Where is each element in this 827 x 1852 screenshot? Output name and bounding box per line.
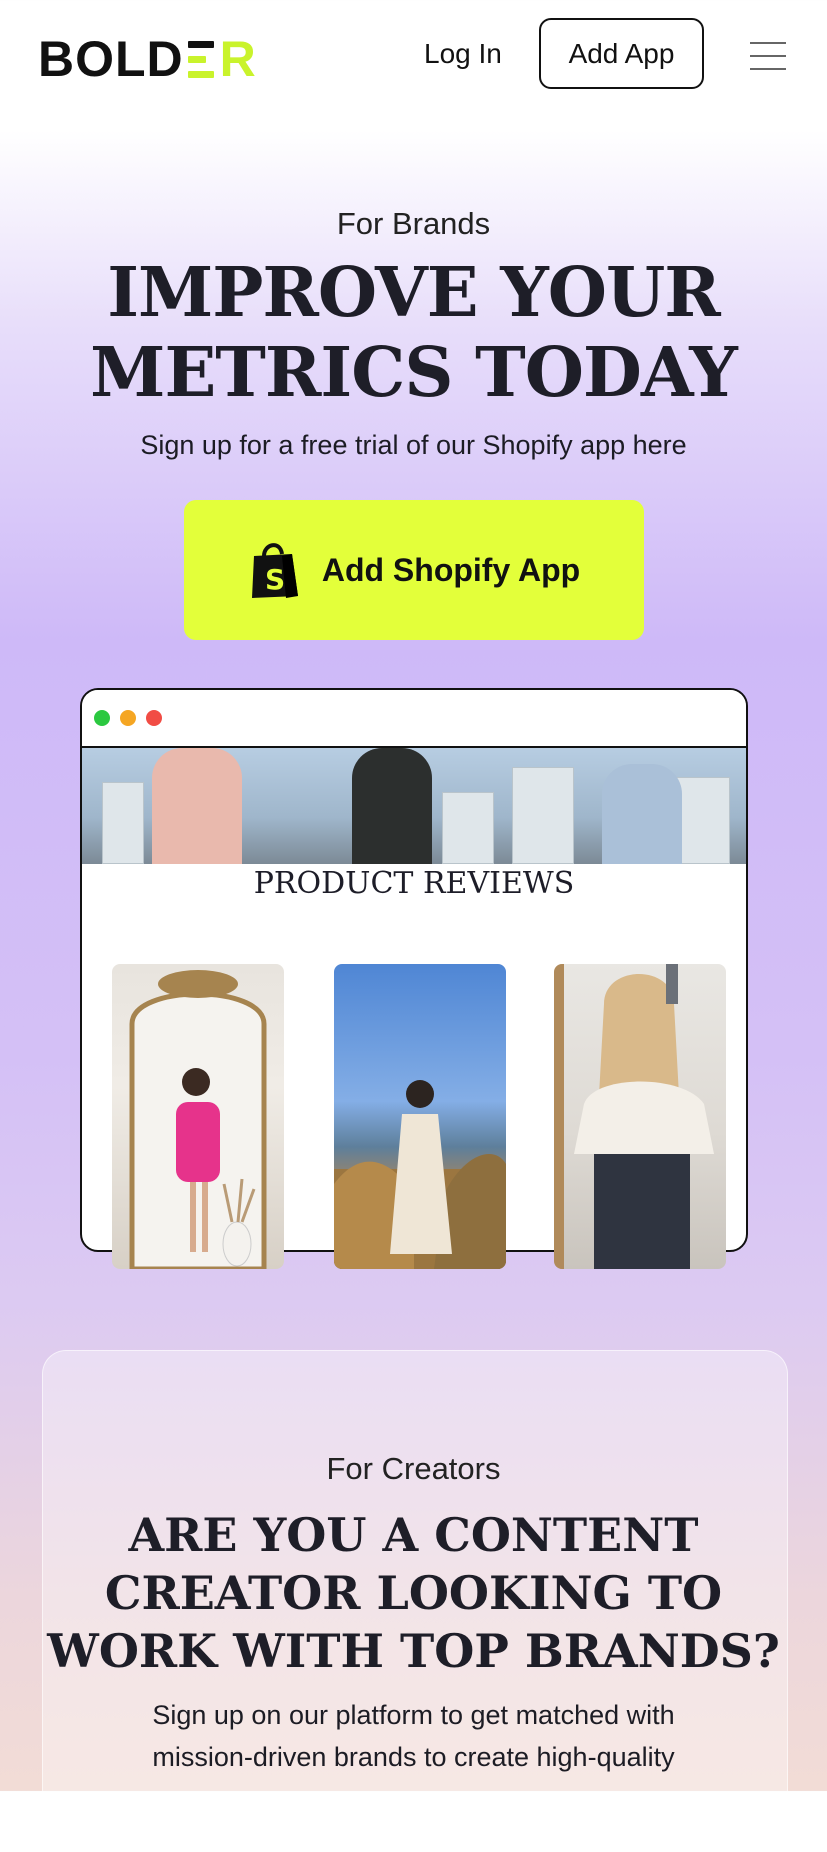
window-dot-green bbox=[94, 710, 110, 726]
login-link[interactable]: Log In bbox=[424, 38, 502, 74]
hero-title-line1: IMPROVE YOUR bbox=[107, 253, 721, 333]
add-shopify-app-button[interactable]: S Add Shopify App bbox=[184, 500, 644, 640]
creators-title-line2: CREATOR LOOKING TO bbox=[104, 1566, 723, 1620]
logo-text: BOLD bbox=[38, 31, 184, 87]
creators-title: ARE YOU A CONTENT CREATOR LOOKING TO WOR… bbox=[0, 1506, 827, 1680]
menu-icon[interactable] bbox=[750, 42, 786, 70]
creators-subtitle-line1: Sign up on our platform to get matched w… bbox=[152, 1700, 675, 1730]
add-shopify-app-label: Add Shopify App bbox=[321, 551, 581, 588]
creators-title-line3: WORK WITH TOP BRANDS? bbox=[47, 1624, 780, 1678]
creators-eyebrow: For Creators bbox=[326, 1451, 501, 1486]
shopify-bag-icon: S bbox=[251, 543, 298, 598]
bolder-logo[interactable]: BOLD R bbox=[38, 31, 257, 87]
creators-subtitle-line2: mission-driven brands to create high-qua… bbox=[152, 1742, 675, 1772]
hero-title: IMPROVE YOUR METRICS TODAY bbox=[0, 253, 827, 413]
review-photo-white-sweater[interactable] bbox=[554, 964, 726, 1269]
review-photo-pink-blazer[interactable] bbox=[112, 964, 284, 1269]
browser-title-bar bbox=[82, 690, 746, 748]
brands-eyebrow: For Brands bbox=[336, 206, 491, 241]
logo-text-r: R bbox=[219, 31, 257, 87]
creators-title-line1: ARE YOU A CONTENT bbox=[128, 1508, 699, 1562]
window-dot-yellow bbox=[120, 710, 136, 726]
review-photo-white-dress[interactable] bbox=[334, 964, 506, 1269]
product-reviews-title: PRODUCT REVIEWS bbox=[253, 866, 575, 901]
logo-e-mark bbox=[187, 39, 216, 79]
add-app-button[interactable]: Add App bbox=[539, 18, 704, 89]
hero-subtitle: Sign up for a free trial of our Shopify … bbox=[140, 430, 687, 460]
window-dot-red bbox=[146, 710, 162, 726]
hero-title-line2: METRICS TODAY bbox=[90, 333, 738, 413]
activewear-banner-image bbox=[82, 748, 746, 864]
svg-text:S: S bbox=[265, 563, 285, 596]
creators-subtitle: Sign up on our platform to get matched w… bbox=[0, 1694, 827, 1778]
